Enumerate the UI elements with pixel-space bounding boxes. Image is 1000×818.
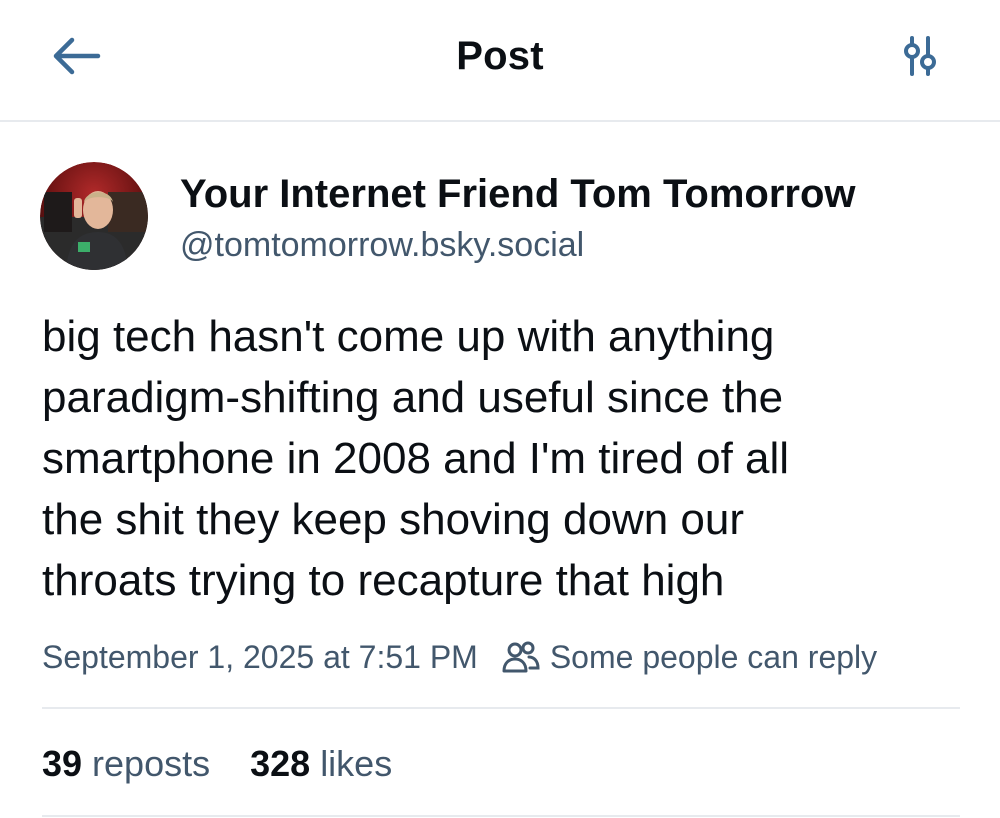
- reposts-count: 39: [42, 743, 83, 784]
- post-author: Your Internet Friend Tom Tomorrow @tomto…: [40, 160, 960, 272]
- divider: [42, 815, 960, 817]
- reposts-count-button[interactable]: 39 reposts: [42, 743, 210, 785]
- likes-count-button[interactable]: 328 likes: [250, 743, 392, 785]
- avatar[interactable]: [40, 162, 148, 270]
- author-display-name[interactable]: Your Internet Friend Tom Tomorrow: [180, 170, 856, 218]
- author-handle[interactable]: @tomtomorrow.bsky.social: [180, 224, 584, 266]
- thread-settings-button[interactable]: [890, 30, 950, 82]
- top-bar: Post: [0, 0, 1000, 122]
- page-title: Post: [456, 34, 544, 78]
- reply-setting-button[interactable]: Some people can reply: [502, 639, 877, 676]
- likes-count: 328: [250, 743, 311, 784]
- likes-label: likes: [320, 743, 393, 784]
- post-timestamp: September 1, 2025 at 7:51 PM: [42, 638, 478, 675]
- post-text-line: paradigm-shifting and useful since the: [42, 373, 784, 422]
- post-text-line: big tech hasn't come up with anything: [42, 312, 775, 361]
- post-meta: September 1, 2025 at 7:51 PM Some people…: [42, 632, 962, 682]
- reply-setting-label: Some people can reply: [549, 638, 878, 675]
- post-text-line: smartphone in 2008 and I'm tired of all: [42, 434, 790, 483]
- sliders-icon: [904, 36, 936, 76]
- post-text: big tech hasn't come up with anything pa…: [42, 306, 962, 611]
- reposts-label: reposts: [92, 743, 211, 784]
- post-stats: 39 reposts 328 likes: [42, 738, 432, 790]
- post-text-line: the shit they keep shoving down our: [42, 495, 745, 544]
- people-icon: [502, 640, 540, 674]
- post-text-line: throats trying to recapture that high: [42, 556, 725, 605]
- divider: [42, 707, 960, 709]
